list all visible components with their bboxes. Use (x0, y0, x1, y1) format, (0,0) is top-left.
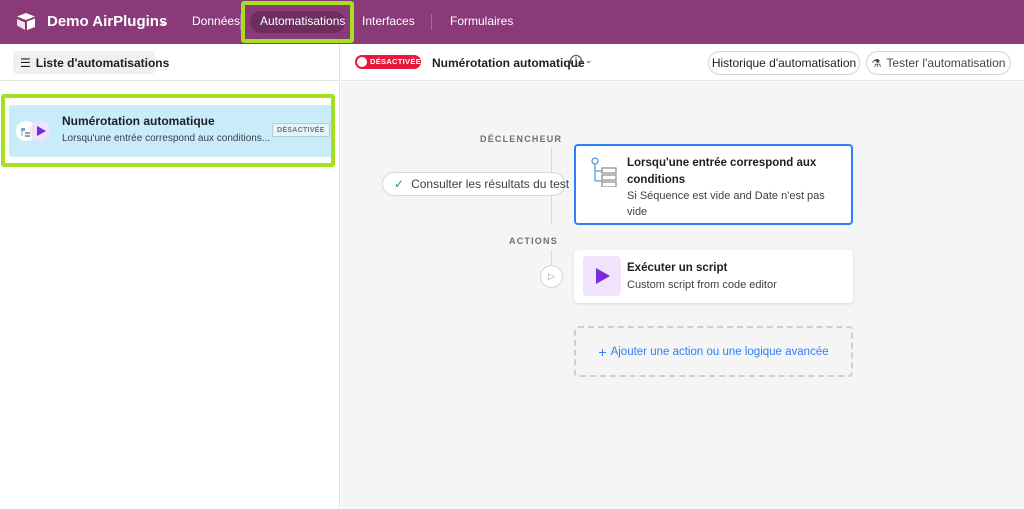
info-icon[interactable]: i (570, 55, 582, 67)
trigger-card[interactable]: Lorsqu'une entrée correspond aux conditi… (574, 144, 853, 225)
nav-divider (431, 14, 432, 30)
toggle-knob (357, 57, 367, 67)
automation-list-header: ☰ Liste d'automatisations (0, 44, 340, 81)
automation-name[interactable]: Numérotation automatique (432, 56, 585, 70)
check-icon: ✓ (394, 177, 405, 191)
conditions-tree-icon (591, 157, 617, 187)
action-title: Exécuter un script (627, 262, 728, 274)
automation-toggle[interactable]: DÉSACTIVÉE (355, 55, 421, 69)
nav-tab-formulaires[interactable]: Formulaires (450, 14, 513, 28)
actions-section-label: ACTIONS (509, 236, 558, 246)
plus-icon: + (598, 343, 607, 360)
automation-history-button[interactable]: Historique d'automatisation (708, 51, 860, 75)
nav-tab-interfaces[interactable]: Interfaces (362, 14, 415, 28)
connector-line (551, 148, 552, 172)
chevron-down-icon[interactable]: ⌄ (585, 55, 593, 66)
run-action-play-icon[interactable]: ▷ (540, 265, 563, 288)
menu-icon: ☰ (20, 55, 31, 70)
trigger-section-label: DÉCLENCHEUR (480, 134, 563, 144)
action-card[interactable]: Exécuter un script Custom script from co… (574, 250, 853, 303)
automation-item-highlight-annotation (1, 94, 335, 167)
test-automation-button[interactable]: ⚗ Tester l'automatisation (866, 51, 1011, 75)
automation-list-panel: ☰ Liste d'automatisations Numérotation a… (0, 44, 340, 509)
airtable-logo-icon[interactable] (16, 13, 36, 31)
play-script-icon (583, 256, 621, 296)
tab-highlight-annotation (241, 1, 354, 43)
chevron-down-icon[interactable]: ⌄ (159, 15, 168, 28)
trigger-title: Lorsqu'une entrée correspond aux conditi… (627, 157, 817, 186)
automation-canvas: DÉCLENCHEUR ✓ Consulter les résultats du… (341, 82, 1024, 509)
test-automation-label: Tester l'automatisation (886, 56, 1006, 70)
automation-list-button-label: Liste d'automatisations (35, 55, 170, 70)
add-action-button[interactable]: + Ajouter une action ou une logique avan… (574, 326, 853, 377)
toggle-status-label: DÉSACTIVÉE (370, 57, 421, 66)
connector-line (551, 196, 552, 224)
flask-icon: ⚗ (871, 57, 882, 70)
view-test-results-button[interactable]: ✓ Consulter les résultats du test (382, 172, 569, 196)
automation-list-button[interactable]: ☰ Liste d'automatisations (13, 51, 169, 74)
automation-header: DÉSACTIVÉE Numérotation automatique i ⌄ … (341, 44, 1024, 81)
trigger-description: Si Séquence est vide and Date n'est pas … (627, 190, 825, 218)
app-title[interactable]: Demo AirPlugins (47, 13, 167, 30)
nav-tab-donnees[interactable]: Données (192, 14, 240, 28)
connector-line (551, 250, 552, 265)
top-navigation-bar: Demo AirPlugins ⌄ Données Automatisation… (0, 0, 1024, 44)
action-description: Custom script from code editor (627, 279, 777, 291)
view-test-results-label: Consulter les résultats du test (411, 177, 570, 191)
add-action-label: Ajouter une action ou une logique avancé… (610, 345, 829, 358)
